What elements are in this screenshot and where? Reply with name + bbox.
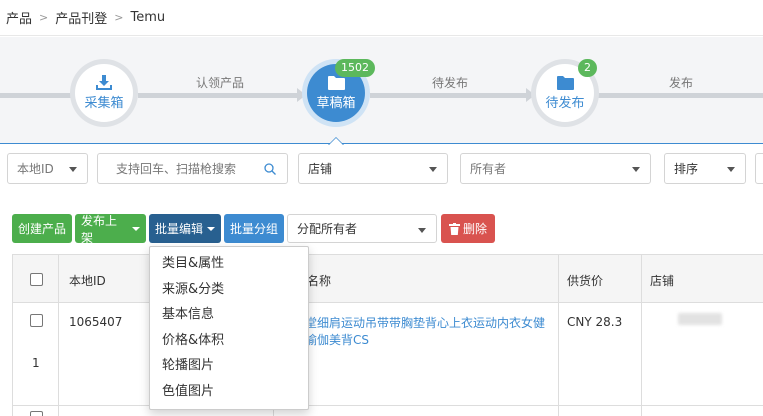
row-index: 1 [32, 356, 40, 370]
count-badge: 2 [578, 59, 597, 77]
header-price[interactable]: 供货价 [567, 272, 603, 289]
node-label: 采集箱 [84, 96, 124, 111]
step-label-publish: 发布 [669, 76, 694, 90]
flow-line [138, 93, 302, 98]
batch-group-button[interactable]: 批量分组 [224, 214, 284, 243]
delete-label: 删除 [462, 222, 487, 236]
column-divider [58, 255, 59, 416]
breadcrumb-item-products[interactable]: 产品 [6, 8, 32, 27]
row-checkbox[interactable] [30, 314, 43, 327]
folder-icon [327, 75, 345, 90]
count-badge: 1502 [335, 59, 375, 77]
step-label-claim: 认领产品 [196, 76, 245, 90]
trash-icon [448, 222, 460, 235]
caret-down-icon [727, 167, 735, 172]
row-divider [13, 405, 763, 406]
row-local-id: 1065407 [69, 315, 123, 329]
search-input[interactable]: 支持回车、扫描枪搜索 [97, 153, 288, 184]
node-label: 草稿箱 [316, 95, 356, 111]
menu-item-price-volume[interactable]: 价格&体积 [150, 328, 308, 354]
assign-owner-select[interactable]: 分配所有者 [287, 214, 437, 243]
search-icon[interactable] [264, 163, 276, 175]
page: 产品 > 产品刊登 > Temu 认领产品 待发布 发布 采集箱 草稿箱 150… [0, 0, 763, 416]
row-checkbox[interactable] [30, 411, 43, 416]
flow-line [370, 93, 530, 98]
caret-down-icon [69, 167, 77, 172]
header-store: 店铺 [650, 274, 675, 288]
breadcrumb-item-temu: Temu [130, 10, 166, 25]
sort-select-value: 排序 [674, 162, 699, 176]
sort-select[interactable]: 排序 [664, 153, 746, 184]
column-divider [558, 255, 559, 416]
store-select[interactable]: 店铺 [298, 153, 448, 184]
publish-button[interactable]: 发布上架 [75, 213, 146, 245]
menu-item-source-classification[interactable]: 来源&分类 [150, 277, 308, 303]
chevron-right-icon: > [114, 11, 124, 24]
assign-owner-value: 分配所有者 [297, 222, 358, 236]
local-id-select[interactable]: 本地ID [7, 153, 88, 184]
batch-group-label: 批量分组 [230, 222, 279, 236]
owner-select-placeholder: 所有者 [470, 162, 507, 176]
caret-down-icon [418, 228, 426, 233]
row-product-name-link[interactable]: 衣堂细肩运动吊带带胸垫背心上衣运动内衣女健身瑜伽美背CS [293, 315, 553, 349]
batch-edit-menu: 类目&属性 来源&分类 基本信息 价格&体积 轮播图片 色值图片 [149, 246, 309, 410]
caret-down-icon [132, 226, 140, 231]
download-icon [96, 75, 112, 90]
extra-filter-select[interactable] [755, 153, 763, 184]
search-placeholder: 支持回车、扫描枪搜索 [116, 162, 237, 176]
delete-button[interactable]: 删除 [441, 214, 495, 243]
step-label-pending: 待发布 [432, 76, 469, 90]
products-table: 本地ID 名称 供货价 店铺 1 1065407 衣堂细肩运动吊带带胸垫背心上衣… [12, 254, 763, 416]
batch-edit-button[interactable]: 批量编辑 [149, 214, 221, 243]
node-collection-box[interactable]: 采集箱 [70, 59, 138, 127]
batch-edit-label: 批量编辑 [155, 222, 204, 236]
node-label: 待发布 [545, 95, 585, 111]
local-id-select-value: 本地ID [17, 162, 54, 176]
caret-down-icon [429, 167, 437, 172]
header-name: 名称 [307, 274, 332, 288]
flow-line [598, 93, 763, 98]
chevron-right-icon: > [39, 11, 49, 24]
menu-item-carousel-images[interactable]: 轮播图片 [150, 353, 308, 379]
select-all-checkbox[interactable] [30, 273, 43, 286]
store-select-value: 店铺 [308, 162, 333, 176]
header-local-id[interactable]: 本地ID [69, 272, 106, 289]
active-step-pointer [328, 137, 344, 145]
create-product-label: 创建产品 [18, 222, 67, 236]
column-divider [641, 255, 642, 416]
menu-item-category-attributes[interactable]: 类目&属性 [150, 251, 308, 277]
breadcrumb-item-listing[interactable]: 产品刊登 [55, 8, 107, 27]
caret-down-icon [207, 226, 215, 231]
caret-down-icon [632, 167, 640, 172]
publish-label: 发布上架 [81, 213, 118, 245]
breadcrumb: 产品 > 产品刊登 > Temu [0, 0, 763, 36]
flow-line [0, 93, 72, 98]
row-store-blurred [678, 313, 722, 325]
owner-select[interactable]: 所有者 [460, 153, 651, 184]
create-product-button[interactable]: 创建产品 [12, 214, 72, 243]
row-price: CNY 28.3 [567, 315, 623, 329]
menu-item-basic-info[interactable]: 基本信息 [150, 302, 308, 328]
menu-item-color-images[interactable]: 色值图片 [150, 379, 308, 405]
workflow-bar: 认领产品 待发布 发布 采集箱 草稿箱 1502 待发布 2 [0, 37, 763, 144]
folder-icon [556, 75, 574, 90]
